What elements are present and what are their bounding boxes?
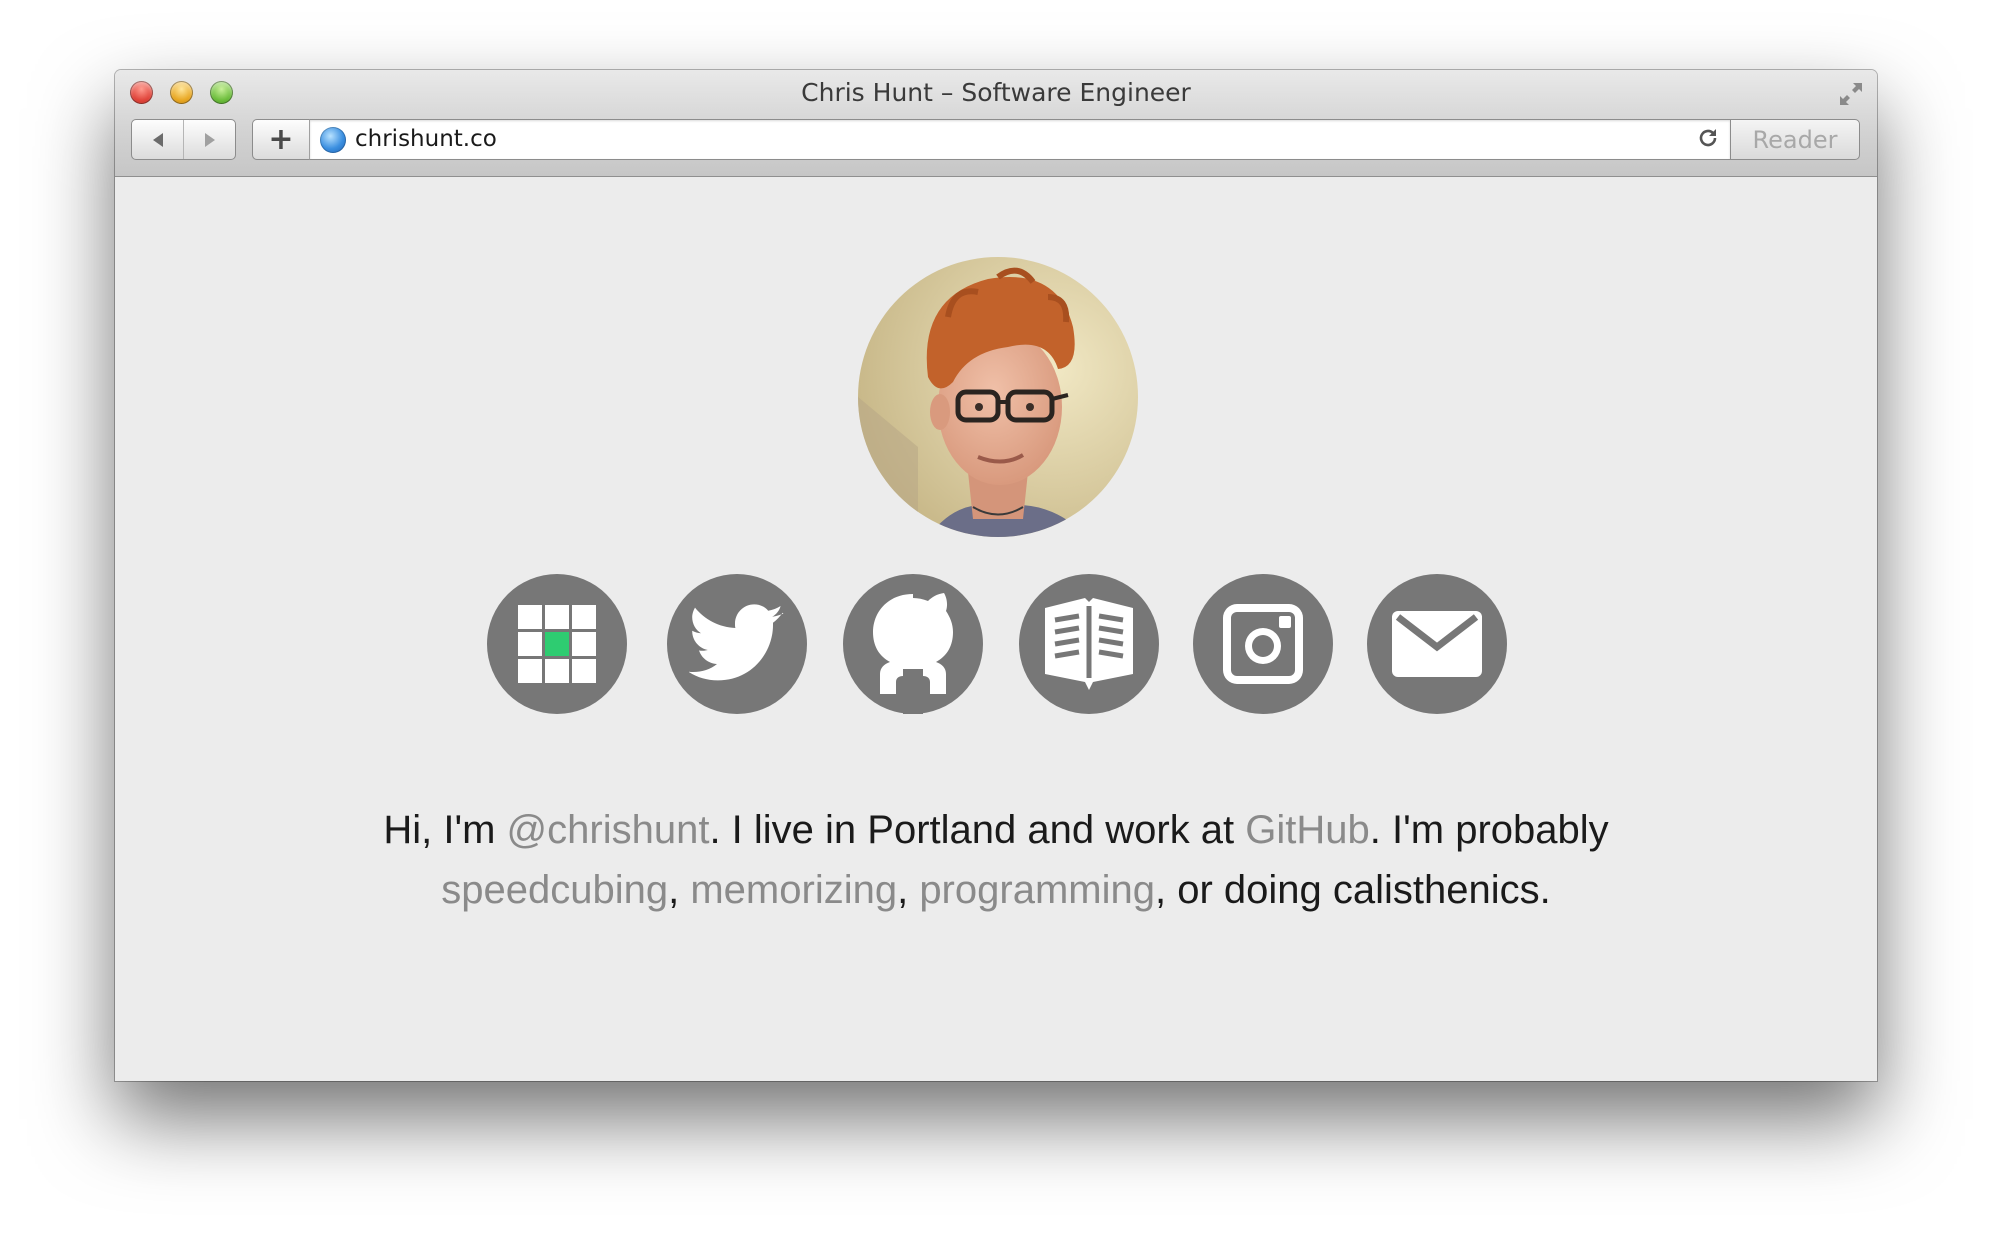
globe-icon xyxy=(320,127,346,153)
back-forward-group xyxy=(131,119,236,160)
mail-envelope-icon xyxy=(1392,611,1482,677)
plus-icon: + xyxy=(268,122,294,157)
grid-cube-icon xyxy=(518,605,596,683)
speedcubing-text-link[interactable]: speedcubing xyxy=(441,868,668,912)
window-title: Chris Hunt – Software Engineer xyxy=(801,78,1191,107)
back-arrow-icon xyxy=(152,132,163,147)
forward-arrow-icon xyxy=(204,132,215,147)
programming-text-link[interactable]: programming xyxy=(919,868,1155,912)
bio-ending: , or doing calisthenics. xyxy=(1154,868,1551,912)
bio-intro: Hi, I'm xyxy=(383,808,507,852)
blog-link[interactable] xyxy=(1019,574,1159,714)
github-octocat-icon xyxy=(873,593,953,714)
twitter-bird-icon xyxy=(689,604,784,681)
bio-probably: . I'm probably xyxy=(1369,808,1609,852)
address-bar[interactable]: chrishunt.co xyxy=(309,119,1731,160)
url-text[interactable]: chrishunt.co xyxy=(355,126,497,152)
reader-button[interactable]: Reader xyxy=(1730,119,1860,160)
speedcubing-link[interactable] xyxy=(487,574,627,714)
browser-chrome: Chris Hunt – Software Engineer + chrishu… xyxy=(115,70,1877,177)
twitter-handle-link[interactable]: @chrishunt xyxy=(507,808,710,852)
forward-button[interactable] xyxy=(183,120,235,159)
back-button[interactable] xyxy=(132,120,183,159)
email-link[interactable] xyxy=(1367,574,1507,714)
instagram-link[interactable] xyxy=(1193,574,1333,714)
browser-window: Chris Hunt – Software Engineer + chrishu… xyxy=(115,70,1877,1081)
bio-separator: , xyxy=(897,868,920,912)
bio-location: . I live in Portland and work at xyxy=(709,808,1246,852)
memorizing-text-link[interactable]: memorizing xyxy=(690,868,897,912)
twitter-link[interactable] xyxy=(667,574,807,714)
open-book-icon xyxy=(1045,598,1133,690)
bio-text: Hi, I'm @chrishunt. I live in Portland a… xyxy=(235,800,1757,920)
bio-separator: , xyxy=(668,868,691,912)
fullscreen-icon[interactable] xyxy=(1837,80,1865,108)
page-content: Hi, I'm @chrishunt. I live in Portland a… xyxy=(115,177,1877,1081)
reload-icon[interactable] xyxy=(1696,126,1720,150)
avatar-photo xyxy=(858,257,1138,537)
github-link[interactable] xyxy=(843,574,983,714)
github-company-link[interactable]: GitHub xyxy=(1245,808,1370,852)
avatar[interactable] xyxy=(858,257,1138,537)
new-tab-button[interactable]: + xyxy=(252,119,309,160)
instagram-camera-icon xyxy=(1223,604,1303,684)
